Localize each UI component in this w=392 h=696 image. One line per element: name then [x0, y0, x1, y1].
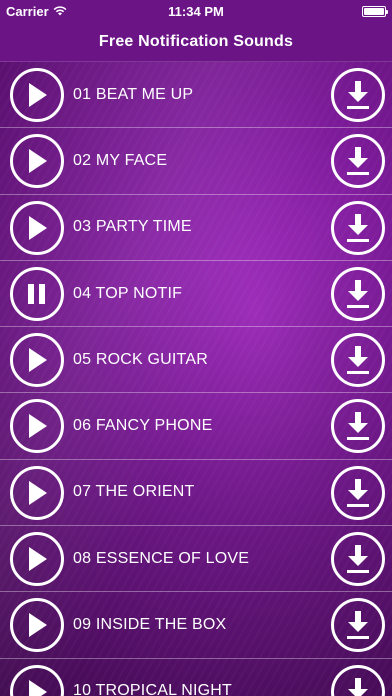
download-button[interactable] [331, 399, 385, 454]
play-icon [29, 149, 47, 174]
track-label: 09 INSIDE THE BOX [73, 616, 227, 634]
download-icon [347, 147, 369, 176]
download-button[interactable] [331, 598, 385, 653]
play-icon [29, 414, 47, 439]
play-button[interactable] [10, 134, 64, 189]
play-button[interactable] [10, 465, 64, 520]
play-button[interactable] [10, 399, 64, 454]
pause-button[interactable] [10, 266, 64, 321]
play-button[interactable] [10, 200, 64, 255]
battery-icon [362, 5, 388, 17]
track-label: 02 MY FACE [73, 151, 168, 169]
track-row[interactable]: 09 INSIDE THE BOX [0, 592, 392, 659]
download-icon [347, 81, 369, 109]
track-label: 10 TROPICAL NIGHT [73, 682, 232, 696]
play-icon [29, 679, 47, 696]
play-button[interactable] [10, 333, 64, 388]
play-icon [29, 215, 47, 240]
track-row[interactable]: 01 BEAT ME UP [0, 62, 392, 129]
track-list: 01 BEAT ME UP 02 MY FACE 03 PARTY TIME 04 T… [0, 62, 392, 696]
download-button[interactable] [331, 266, 385, 321]
app-screen: Carrier 11:34 PM Free Notification Sound… [0, 0, 392, 696]
track-row[interactable]: 03 PARTY TIME [0, 195, 392, 261]
play-icon [29, 613, 47, 638]
download-button[interactable] [331, 532, 385, 587]
track-row[interactable]: 02 MY FACE [0, 128, 392, 195]
track-label: 07 THE ORIENT [73, 483, 195, 501]
download-button[interactable] [331, 664, 385, 696]
track-row[interactable]: 04 TOP NOTIF [0, 261, 392, 328]
track-label: 04 TOP NOTIF [73, 284, 183, 302]
track-label: 08 ESSENCE OF LOVE [73, 549, 250, 567]
track-label: 05 ROCK GUITAR [73, 350, 208, 368]
carrier-label: Carrier [6, 3, 49, 19]
play-button[interactable] [10, 532, 64, 587]
download-button[interactable] [331, 68, 385, 122]
track-row[interactable]: 08 ESSENCE OF LOVE [0, 526, 392, 593]
play-icon [29, 348, 47, 373]
status-left: Carrier [6, 4, 67, 19]
download-icon [347, 213, 369, 242]
play-button[interactable] [10, 664, 64, 696]
track-row[interactable]: 10 TROPICAL NIGHT [0, 659, 392, 696]
download-icon [347, 279, 369, 308]
page-title: Free Notification Sounds [98, 32, 294, 50]
track-label: 06 FANCY PHONE [73, 417, 213, 435]
track-row[interactable]: 05 ROCK GUITAR [0, 327, 392, 394]
track-label: 01 BEAT ME UP [73, 85, 194, 103]
navigation-bar: Free Notification Sounds [0, 22, 392, 62]
track-row[interactable]: 07 THE ORIENT [0, 460, 392, 527]
play-icon [29, 83, 47, 107]
track-row[interactable]: 06 FANCY PHONE [0, 393, 392, 460]
download-button[interactable] [331, 134, 385, 189]
download-icon [347, 478, 369, 507]
download-button[interactable] [331, 465, 385, 520]
play-button[interactable] [10, 68, 64, 122]
play-icon [29, 547, 47, 572]
track-label: 03 PARTY TIME [73, 218, 192, 236]
download-button[interactable] [331, 333, 385, 388]
wifi-icon [53, 6, 67, 16]
download-icon [347, 346, 369, 375]
play-button[interactable] [10, 598, 64, 653]
download-icon [348, 677, 368, 696]
download-icon [347, 412, 369, 441]
status-bar: Carrier 11:34 PM [0, 0, 392, 22]
pause-icon [28, 283, 45, 304]
download-icon [347, 545, 369, 574]
download-icon [347, 611, 369, 640]
play-icon [29, 480, 47, 505]
download-button[interactable] [331, 200, 385, 255]
